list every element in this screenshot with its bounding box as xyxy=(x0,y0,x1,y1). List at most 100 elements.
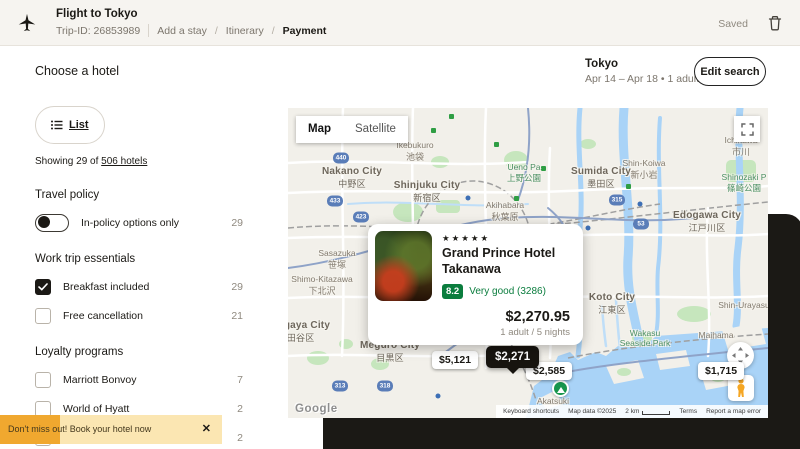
map-type-map-button[interactable]: Map xyxy=(296,116,343,143)
nav-itinerary[interactable]: Itinerary xyxy=(226,25,264,37)
app-root: Flight to Tokyo Trip-ID: 26853989 Add a … xyxy=(0,0,800,449)
map-type-control: Map Satellite xyxy=(296,116,408,143)
hotel-stars: ★★★★★ xyxy=(442,233,490,244)
banner-text: Don't miss out! Book your hotel now xyxy=(8,424,151,434)
fullscreen-icon xyxy=(741,123,754,136)
route-shield-53: 53 xyxy=(633,219,649,230)
map-label-edogawa: Edogawa City江戸川区 xyxy=(673,210,741,234)
route-shield-313: 313 xyxy=(332,381,348,392)
filter-row-breakfast: Breakfast included 29 xyxy=(35,278,243,295)
page-title: Choose a hotel xyxy=(35,64,119,78)
cancellation-label: Free cancellation xyxy=(63,310,231,322)
map-container: Ikebukuro池袋 Nakano City中野区 Shinjuku City… xyxy=(288,108,768,418)
price-pin-1715[interactable]: $1,715 xyxy=(698,362,744,380)
results-count: Showing 29 of 506 hotels xyxy=(35,156,243,167)
keyboard-shortcuts-link[interactable]: Keyboard shortcuts xyxy=(503,408,559,415)
route-shield-433: 433 xyxy=(327,196,343,207)
nav-separator: / xyxy=(215,25,218,37)
saved-status: Saved xyxy=(718,18,748,30)
toggle-knob xyxy=(38,216,50,228)
map-label-akihabara: Akihabara秋葉原 xyxy=(486,200,524,223)
price-pin-2271-selected[interactable]: $2,271 xyxy=(486,346,539,368)
hotel-card[interactable]: ★★★★★ Grand Prince Hotel Takanawa 8.2 Ve… xyxy=(368,224,583,345)
in-policy-filter-row: In-policy options only 29 xyxy=(35,214,243,231)
cancellation-count: 21 xyxy=(231,310,243,322)
search-destination: Tokyo xyxy=(585,58,618,70)
map-label-maihama: Maihama xyxy=(699,330,734,340)
filter-row-cancellation: Free cancellation 21 xyxy=(35,307,243,324)
promo-banner: Don't miss out! Book your hotel now ✕ xyxy=(0,415,222,444)
banner-close-icon[interactable]: ✕ xyxy=(202,422,211,435)
hilton-count: 2 xyxy=(237,432,243,444)
breakfast-checkbox[interactable] xyxy=(35,279,51,295)
top-header: Flight to Tokyo Trip-ID: 26853989 Add a … xyxy=(0,0,800,46)
map-label-ikebukuro: Ikebukuro池袋 xyxy=(396,140,433,163)
map-scale: 2 km xyxy=(625,408,670,415)
filters-sidebar: List Map Showing 29 of 506 hotels Travel… xyxy=(35,106,243,449)
all-hotels-link[interactable]: 506 hotels xyxy=(101,156,147,167)
map-label-wakasu-park: Wakasu Seaside Park xyxy=(619,328,671,348)
trash-icon[interactable] xyxy=(766,14,784,32)
map-label-nakano: Nakano City中野区 xyxy=(322,166,382,190)
terms-link[interactable]: Terms xyxy=(679,408,697,415)
edit-search-button[interactable]: Edit search xyxy=(694,57,766,86)
in-policy-toggle[interactable] xyxy=(35,214,69,232)
map-label-sasazuka: Sasazuka笹塚 xyxy=(318,248,355,271)
in-policy-count: 29 xyxy=(231,217,243,229)
rating-badge: 8.2 xyxy=(442,284,463,299)
price-pin-5121[interactable]: $5,121 xyxy=(432,351,478,369)
map-label-shinkoiwa: Shin-Koiwa新小岩 xyxy=(623,158,666,181)
route-shield-440: 440 xyxy=(333,153,349,164)
route-shield-315: 315 xyxy=(609,195,625,206)
map-label-shimokitazawa: Shimo-Kitazawa下北沢 xyxy=(291,274,352,297)
pegman-icon xyxy=(735,378,747,398)
fullscreen-button[interactable] xyxy=(734,116,760,142)
poi-marker-icon[interactable] xyxy=(552,380,569,397)
trip-title: Flight to Tokyo xyxy=(56,8,138,20)
airplane-icon xyxy=(16,12,38,34)
divider xyxy=(148,24,149,37)
hotel-rating-row: 8.2 Very good (3286) xyxy=(442,284,546,299)
map-attribution: Keyboard shortcuts Map data ©2025 2 km T… xyxy=(496,405,768,418)
travel-policy-title: Travel policy xyxy=(35,189,243,201)
google-logo: Google xyxy=(295,403,338,415)
hyatt-label: World of Hyatt xyxy=(63,403,237,415)
hotel-name: Grand Prince Hotel Takanawa xyxy=(442,245,574,278)
map-label-koto: Koto City江東区 xyxy=(589,292,635,316)
scale-bar xyxy=(642,411,670,415)
breakfast-count: 29 xyxy=(231,281,243,293)
list-view-label: List xyxy=(69,119,89,131)
breakfast-label: Breakfast included xyxy=(63,281,231,293)
hotel-occupancy: 1 adult / 5 nights xyxy=(500,327,570,338)
rating-label: Very good (3286) xyxy=(469,286,546,297)
marriott-checkbox[interactable] xyxy=(35,372,51,388)
map-label-shinjuku: Shinjuku City新宿区 xyxy=(394,180,461,204)
map-label-setagaya: Setagaya City世田谷区 xyxy=(288,320,330,344)
loyalty-title: Loyalty programs xyxy=(35,346,243,358)
cancellation-checkbox[interactable] xyxy=(35,308,51,324)
list-view-button[interactable]: List xyxy=(38,109,102,141)
route-shield-423: 423 xyxy=(353,212,369,223)
hotel-photo xyxy=(375,231,432,301)
search-dates-occupancy: Apr 14 – Apr 18 • 1 adult xyxy=(585,73,699,85)
list-icon xyxy=(51,120,63,130)
route-shield-318: 318 xyxy=(377,381,393,392)
map-label-shinurayasu: Shin-Urayasu xyxy=(718,300,768,310)
filter-row-marriott: Marriott Bonvoy 7 xyxy=(35,371,243,388)
hyatt-count: 2 xyxy=(237,403,243,415)
nav-payment[interactable]: Payment xyxy=(283,25,327,37)
trip-id: Trip-ID: 26853989 xyxy=(56,25,140,37)
map-label-shinozaki-park: Shinozaki P篠崎公園 xyxy=(722,172,767,194)
hotel-price: $2,270.95 xyxy=(505,309,570,325)
nav-add-a-stay[interactable]: Add a stay xyxy=(157,25,207,37)
map-type-satellite-button[interactable]: Satellite xyxy=(343,116,408,143)
marriott-label: Marriott Bonvoy xyxy=(63,374,237,386)
nav-separator: / xyxy=(272,25,275,37)
report-error-link[interactable]: Report a map error xyxy=(706,408,761,415)
map-label-ueno-park: Ueno Pa上野公園 xyxy=(507,162,541,184)
check-icon xyxy=(38,283,48,291)
map-data-label: Map data ©2025 xyxy=(568,408,616,415)
work-trip-title: Work trip essentials xyxy=(35,253,243,265)
in-policy-label: In-policy options only xyxy=(81,217,231,229)
marriott-count: 7 xyxy=(237,374,243,386)
